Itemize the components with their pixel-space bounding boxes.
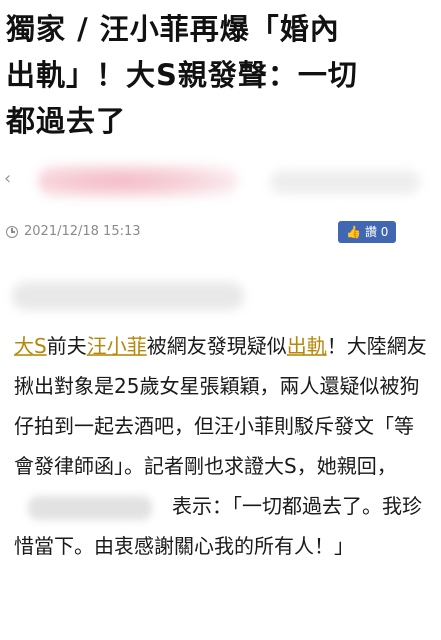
byline: ‹ xyxy=(0,160,441,210)
like-label: 讚 0 xyxy=(364,225,389,239)
link-big-s[interactable]: 大S xyxy=(14,334,47,358)
link-cheating[interactable]: 出軌 xyxy=(287,334,327,358)
meta-row: 2021/12/18 15:13 👍 讚 0 xyxy=(0,220,441,248)
thumbs-up-icon: 👍 xyxy=(346,225,361,239)
article-text: 被網友發現疑似 xyxy=(146,334,287,358)
blurred-subtitle xyxy=(12,282,244,310)
article-text: 前夫 xyxy=(46,334,87,358)
clock-icon xyxy=(6,226,18,238)
blurred-inline xyxy=(28,495,152,520)
headline-line-3: 都過去了 xyxy=(6,104,127,138)
headline: 獨家 / 汪小菲再爆「婚內 出軌」！大S親發聲：一切 都過去了 xyxy=(6,6,434,144)
headline-line-2: 出軌」！大S親發聲：一切 xyxy=(6,58,358,92)
byline-marker: ‹ xyxy=(4,168,12,189)
blurred-source xyxy=(270,170,420,194)
blurred-author xyxy=(38,164,238,198)
article-body: 大S前夫汪小菲被網友發現疑似出軌！大陸網友揪出對象是25歲女星張穎穎，兩人還疑似… xyxy=(14,326,430,566)
link-wang-xiaofei[interactable]: 汪小菲 xyxy=(87,334,147,358)
like-button[interactable]: 👍 讚 0 xyxy=(338,221,397,243)
publish-date: 2021/12/18 15:13 xyxy=(24,224,141,239)
headline-line-1: 獨家 / 汪小菲再爆「婚內 xyxy=(6,12,340,46)
